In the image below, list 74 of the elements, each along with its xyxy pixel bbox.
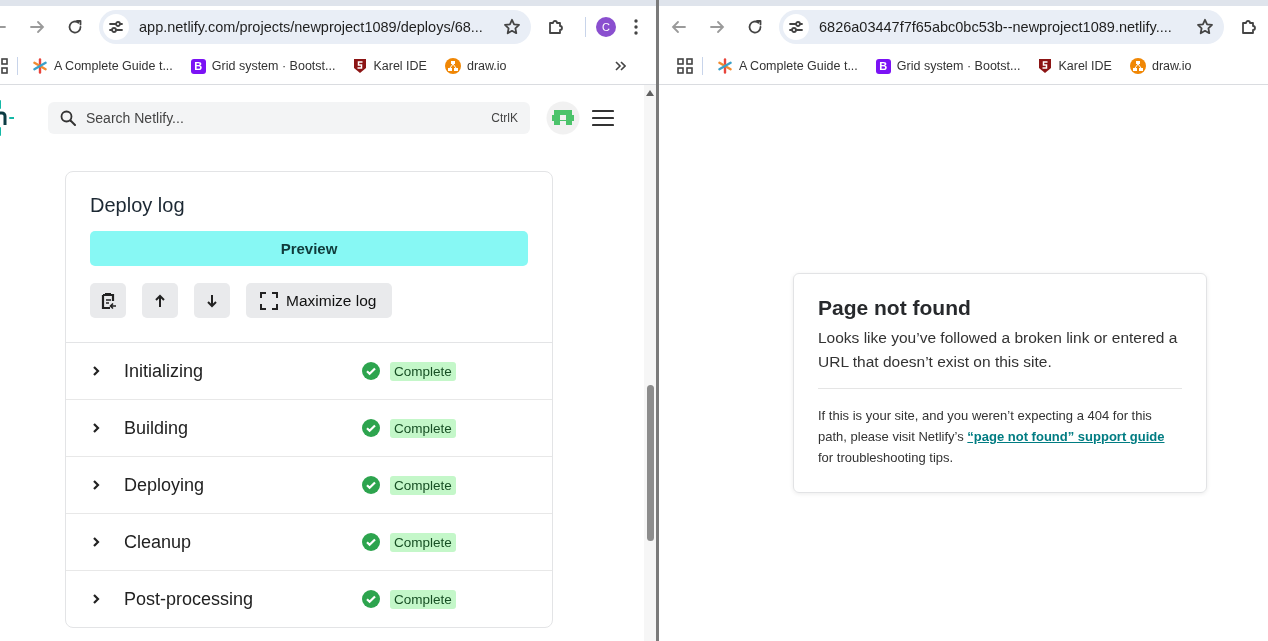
scroll-up-button[interactable] — [142, 283, 178, 318]
chevron-icon[interactable] — [92, 365, 100, 377]
bookmark[interactable]: Karel IDE — [1038, 58, 1112, 74]
check-circle-icon — [362, 362, 380, 380]
status-badge: Complete — [390, 418, 456, 438]
check-circle-icon — [362, 476, 380, 494]
chevrons-right-icon[interactable] — [614, 60, 626, 72]
bookmark[interactable]: B Grid system · Bootst... — [190, 58, 336, 74]
nodes-icon — [444, 58, 461, 74]
b-letter-icon: B — [875, 58, 891, 74]
site-settings-icon[interactable] — [788, 19, 804, 35]
chevron-icon[interactable] — [92, 422, 100, 434]
help-text: If this is your site, and you weren’t expecting a 404 for this path, please visit Netlify’s “page not found” support guide for troubleshooting tips. — [818, 407, 1166, 467]
clipboard-icon — [100, 291, 116, 310]
shield-icon — [1038, 58, 1053, 74]
support-guide-link[interactable]: “page not found” support guide — [967, 429, 1165, 444]
step-name[interactable]: Cleanup — [124, 531, 362, 553]
more-menu-icon[interactable] — [634, 19, 638, 35]
b-letter-icon: B — [190, 58, 206, 74]
shortcut-hint: CtrlK — [491, 111, 518, 125]
puzzle-piece-icon[interactable] — [547, 18, 565, 36]
shield-icon — [353, 58, 368, 74]
reload-icon[interactable] — [747, 19, 763, 35]
url-text: 6826a03447f7f65abc0bc53b--newproject1089.netlify.... — [819, 19, 1173, 35]
star-icon[interactable] — [503, 18, 521, 36]
bookmark[interactable]: draw.io — [444, 58, 507, 74]
puzzle-piece-icon[interactable] — [1240, 18, 1258, 36]
preview-button[interactable]: Preview — [90, 231, 528, 266]
maximize-log-button[interactable]: Maximize log — [246, 283, 393, 318]
bookmark[interactable]: A Complete Guide t... — [717, 58, 858, 74]
error-message: Looks like you’ve followed a broken link or entered a URL that doesn’t exist on this site. — [818, 328, 1179, 372]
forward-arrow-icon[interactable] — [29, 19, 45, 35]
reload-icon[interactable] — [67, 19, 83, 35]
menu-icon[interactable] — [592, 109, 614, 127]
status-badge: Complete — [390, 361, 456, 381]
chevron-icon[interactable] — [92, 479, 100, 491]
chevron-icon[interactable] — [92, 536, 100, 548]
profile-avatar[interactable]: C — [596, 17, 616, 37]
address-bar[interactable]: 6826a03447f7f65abc0bc53b--newproject1089.netlify.... — [779, 10, 1224, 44]
scroll-up-arrow-icon[interactable] — [645, 89, 655, 97]
back-arrow-icon[interactable] — [671, 19, 687, 35]
scrollbar-thumb[interactable] — [646, 385, 654, 541]
scroll-down-button[interactable] — [194, 283, 230, 318]
check-circle-icon — [362, 533, 380, 551]
expand-corners-icon — [260, 291, 278, 310]
site-settings-icon[interactable] — [108, 19, 124, 35]
arrow-down-icon — [206, 293, 218, 308]
step-name[interactable]: Post-processing — [124, 588, 362, 610]
asterisk-icon — [717, 58, 733, 74]
nodes-icon — [1129, 58, 1146, 74]
apps-grid-icon[interactable] — [677, 58, 693, 74]
copy-log-button[interactable] — [90, 283, 126, 318]
asterisk-icon — [32, 58, 48, 74]
scrollbar[interactable] — [644, 85, 656, 641]
bookmark[interactable]: Karel IDE — [353, 58, 427, 74]
step-name[interactable]: Initializing — [124, 360, 362, 382]
forward-arrow-icon[interactable] — [709, 19, 725, 35]
chevron-icon[interactable] — [92, 593, 100, 605]
bookmark[interactable]: A Complete Guide t... — [32, 58, 173, 74]
check-circle-icon — [362, 590, 380, 608]
error-title: Page not found — [818, 296, 972, 320]
bookmark[interactable]: B Grid system · Bootst... — [875, 58, 1021, 74]
card-title: Deploy log — [90, 194, 186, 217]
status-badge: Complete — [390, 589, 456, 609]
step-name[interactable]: Building — [124, 417, 362, 439]
status-badge: Complete — [390, 475, 456, 495]
step-name[interactable]: Deploying — [124, 474, 362, 496]
check-circle-icon — [362, 419, 380, 437]
status-badge: Complete — [390, 532, 456, 552]
arrow-up-icon — [154, 293, 166, 308]
bookmark[interactable]: draw.io — [1129, 58, 1192, 74]
star-icon[interactable] — [1196, 18, 1214, 36]
address-bar[interactable]: app.netlify.com/projects/newproject1089/deploys/68... — [99, 10, 531, 44]
url-text: app.netlify.com/projects/newproject1089/deploys/68... — [139, 19, 484, 35]
